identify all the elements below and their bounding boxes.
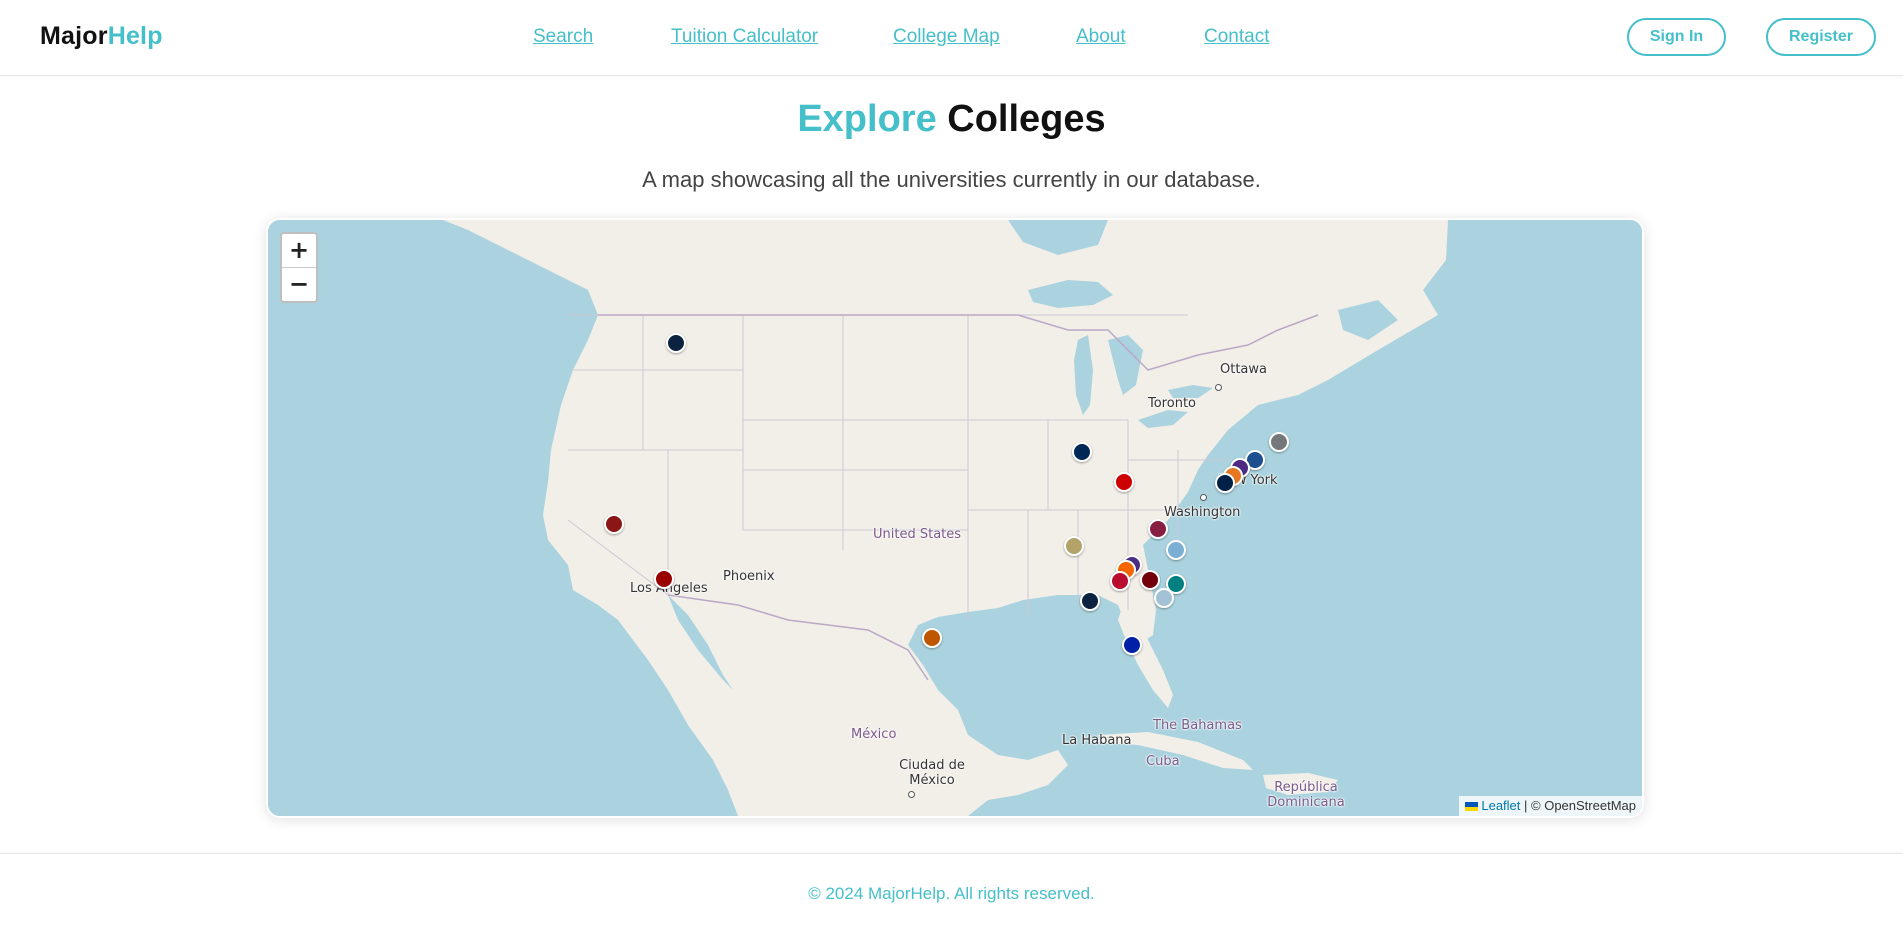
main-nav: Search Tuition Calculator College Map Ab…	[0, 26, 1903, 50]
zoom-out-button[interactable]: −	[282, 267, 316, 301]
college-marker[interactable]	[654, 569, 674, 589]
title-colleges: Colleges	[947, 98, 1106, 140]
nav-search[interactable]: Search	[533, 26, 593, 48]
footer-copyright: © 2024 MajorHelp. All rights reserved.	[808, 884, 1095, 903]
zoom-control: + −	[280, 232, 318, 303]
page-title: Explore Colleges	[0, 98, 1903, 141]
college-marker[interactable]	[1215, 473, 1235, 493]
map-label-ottawa: Ottawa	[1220, 362, 1267, 377]
attribution-text: | © OpenStreetMap	[1524, 798, 1636, 813]
map-label-mexico: México	[851, 727, 897, 742]
map-label-bahamas: The Bahamas	[1153, 718, 1242, 733]
college-map[interactable]: Ottawa Toronto New York Washington Unite…	[268, 220, 1642, 816]
register-button[interactable]: Register	[1766, 18, 1876, 56]
nav-tuition-calculator[interactable]: Tuition Calculator	[671, 26, 818, 48]
college-marker[interactable]	[1114, 472, 1134, 492]
map-city-dot	[1215, 384, 1222, 391]
map-city-dot	[1200, 494, 1207, 501]
leaflet-link[interactable]: Leaflet	[1481, 798, 1520, 813]
college-marker[interactable]	[1080, 591, 1100, 611]
sign-in-button[interactable]: Sign In	[1627, 18, 1726, 56]
nav-about[interactable]: About	[1076, 26, 1126, 48]
map-label-republica-dominicana: República Dominicana	[1267, 780, 1345, 810]
map-label-cuba: Cuba	[1146, 754, 1180, 769]
map-city-dot	[908, 791, 915, 798]
college-marker[interactable]	[1154, 588, 1174, 608]
site-header: MajorHelp Search Tuition Calculator Coll…	[0, 0, 1903, 76]
college-marker[interactable]	[1140, 570, 1160, 590]
college-marker[interactable]	[1110, 571, 1130, 591]
page-subtitle: A map showcasing all the universities cu…	[642, 167, 1261, 192]
nav-contact[interactable]: Contact	[1204, 26, 1269, 48]
map-label-la-habana: La Habana	[1062, 733, 1132, 748]
college-marker[interactable]	[922, 628, 942, 648]
map-tiles	[268, 220, 1642, 816]
map-label-washington: Washington	[1164, 505, 1241, 520]
college-marker[interactable]	[1166, 540, 1186, 560]
college-marker[interactable]	[666, 333, 686, 353]
nav-college-map[interactable]: College Map	[893, 26, 1000, 48]
map-label-toronto: Toronto	[1148, 396, 1196, 411]
map-attribution: Leaflet | © OpenStreetMap	[1459, 796, 1642, 816]
title-explore: Explore	[797, 98, 937, 140]
map-label-united-states: United States	[873, 527, 962, 542]
college-marker[interactable]	[1122, 635, 1142, 655]
college-marker[interactable]	[1064, 536, 1084, 556]
site-footer: © 2024 MajorHelp. All rights reserved.	[0, 853, 1903, 928]
ukraine-flag-icon	[1465, 802, 1479, 811]
map-label-ciudad-de-mexico: Ciudad de México	[899, 758, 965, 788]
map-label-phoenix: Phoenix	[723, 569, 775, 584]
college-marker[interactable]	[604, 514, 624, 534]
college-marker[interactable]	[1269, 432, 1289, 452]
zoom-in-button[interactable]: +	[282, 234, 316, 267]
college-marker[interactable]	[1148, 519, 1168, 539]
college-map-container: Ottawa Toronto New York Washington Unite…	[266, 218, 1644, 818]
college-marker[interactable]	[1072, 442, 1092, 462]
